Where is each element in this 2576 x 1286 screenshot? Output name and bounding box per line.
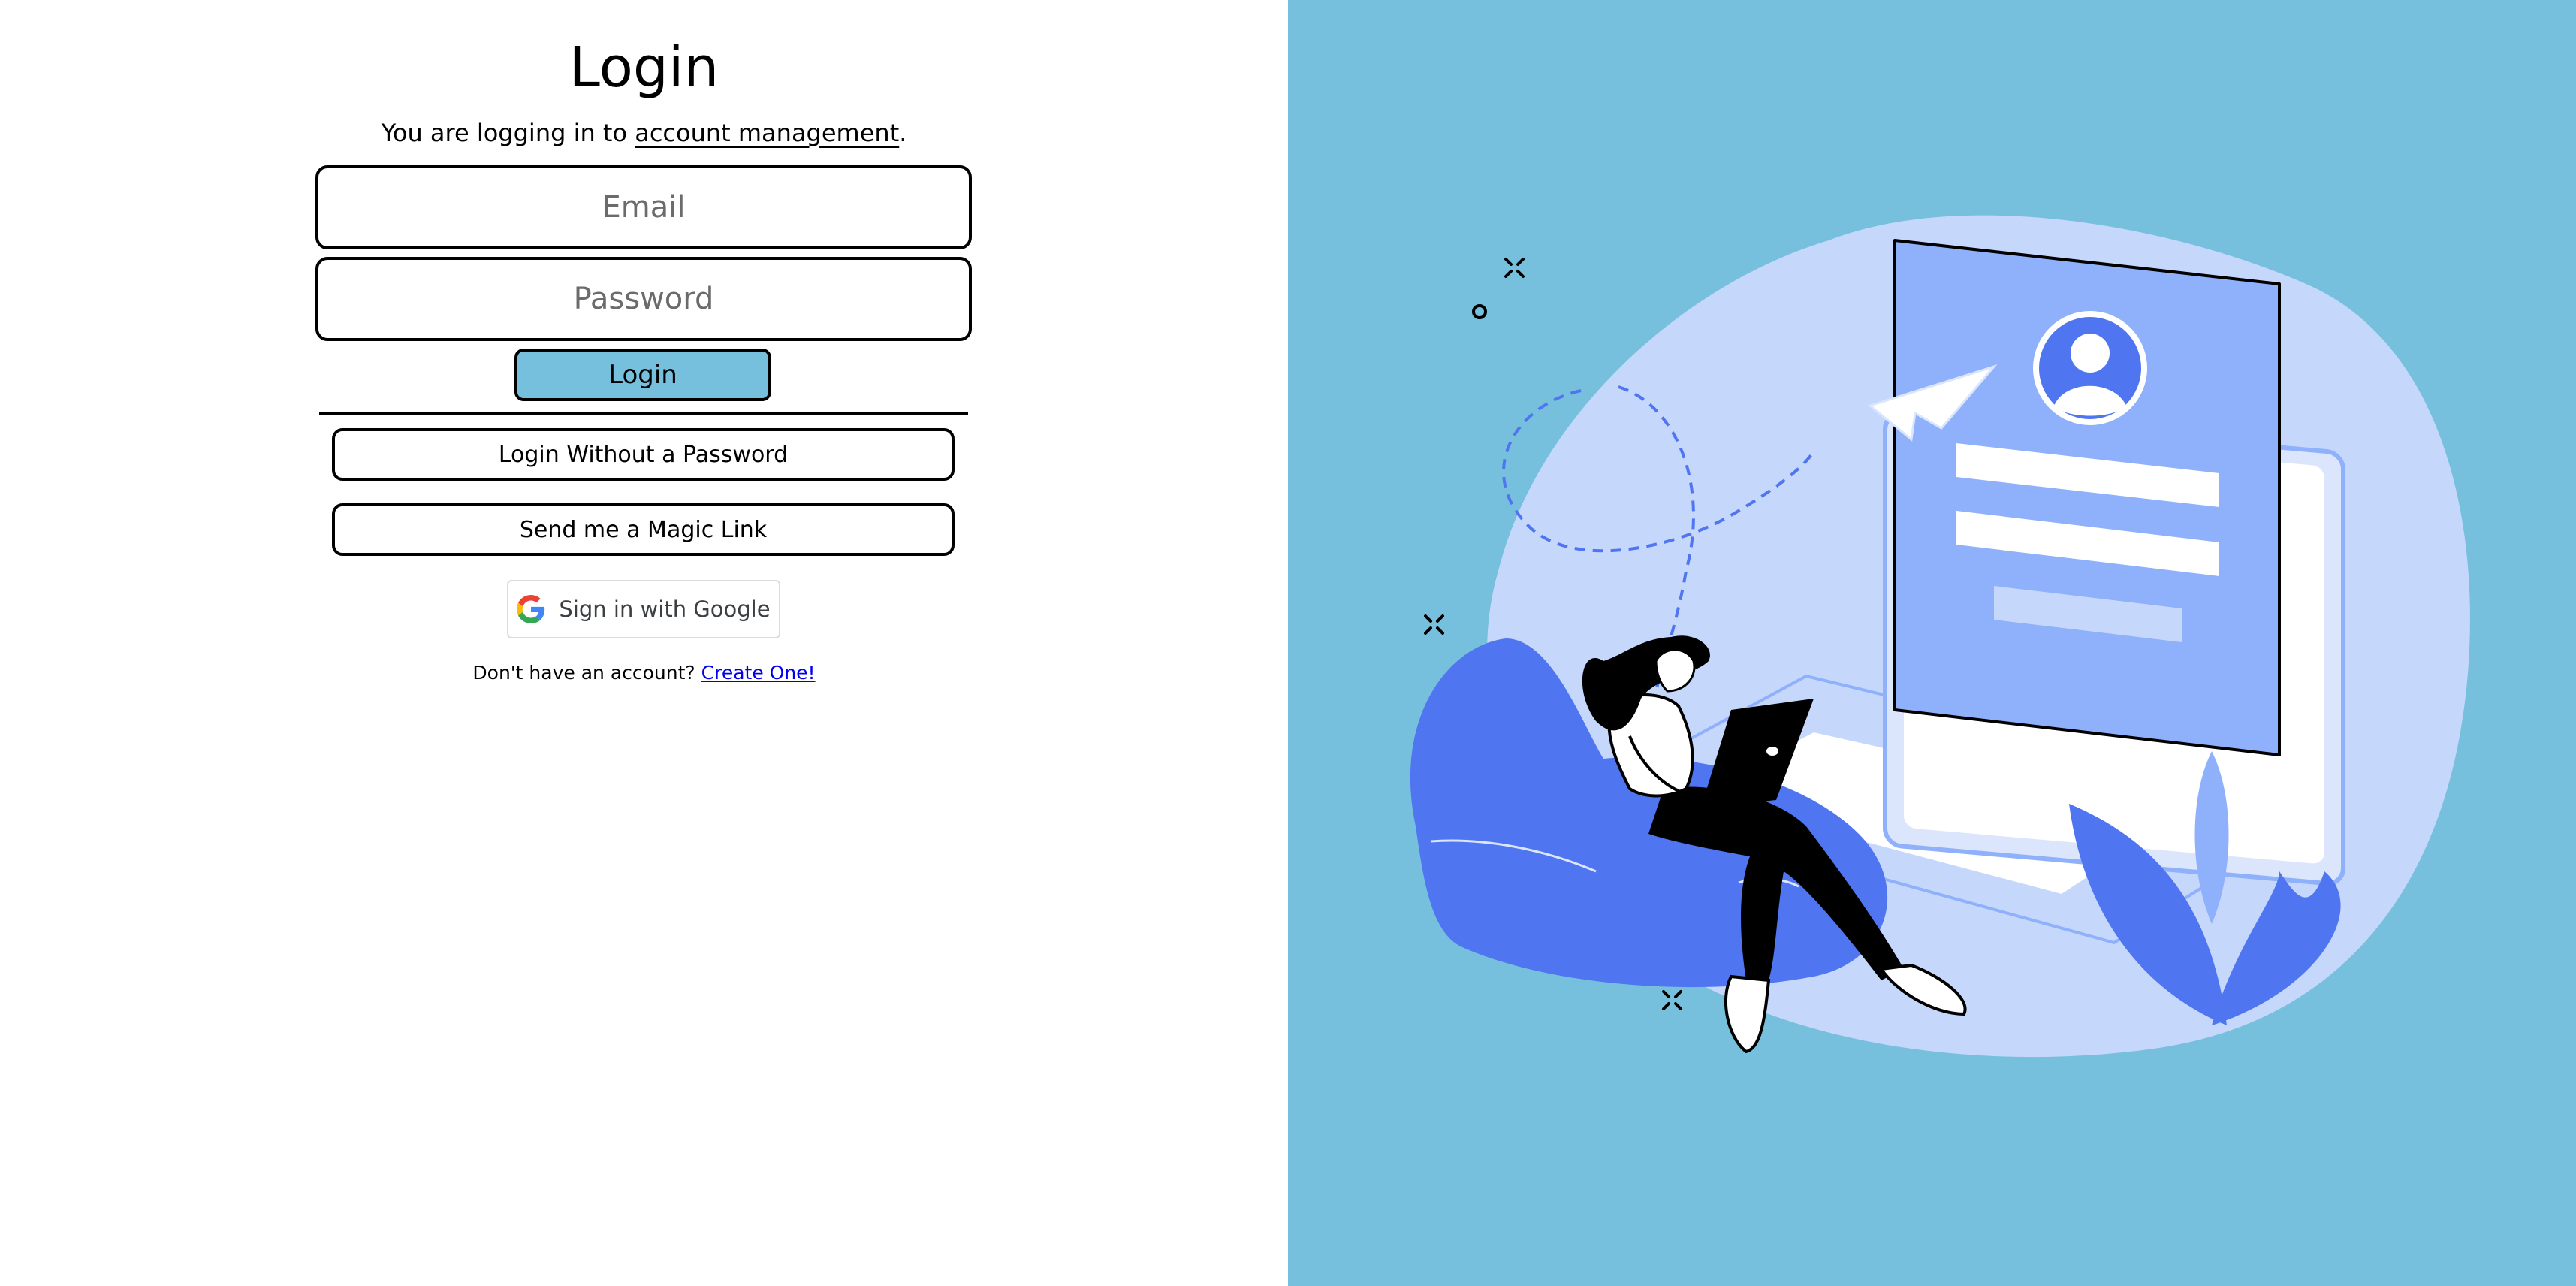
illustration-panel: [1288, 0, 2576, 1286]
login-context-text: You are logging in to account management…: [0, 114, 1288, 152]
login-button[interactable]: Login: [514, 349, 771, 401]
subtitle-prefix: You are logging in to: [381, 119, 635, 147]
circle-decoration: [1472, 304, 1487, 319]
google-g-icon: [517, 595, 545, 623]
sparkle-decoration: [1424, 614, 1444, 635]
divider: [319, 412, 968, 415]
email-field[interactable]: [315, 165, 972, 249]
person-shoe: [1724, 974, 1771, 1054]
create-account-link[interactable]: Create One!: [701, 662, 816, 684]
login-without-password-button[interactable]: Login Without a Password: [332, 428, 955, 481]
sparkle-decoration: [1504, 258, 1525, 278]
magic-link-button[interactable]: Send me a Magic Link: [332, 503, 955, 556]
signup-prompt-text: Don't have an account?: [472, 662, 701, 684]
subtitle-suffix: .: [899, 119, 907, 147]
login-page: Login You are logging in to account mana…: [0, 0, 2576, 1286]
small-laptop-logo: [1766, 747, 1778, 756]
login-illustration: [1410, 215, 2470, 1058]
google-sign-in-button[interactable]: Sign in with Google: [507, 580, 780, 638]
google-button-label: Sign in with Google: [559, 596, 771, 622]
login-form-panel: Login You are logging in to account mana…: [0, 0, 1288, 1286]
account-management-link[interactable]: account management: [635, 119, 899, 147]
avatar-head: [2071, 334, 2110, 373]
password-field[interactable]: [315, 257, 972, 341]
page-title: Login: [569, 35, 719, 100]
signup-prompt: Don't have an account? Create One!: [0, 660, 1288, 687]
sparkle-decoration: [1662, 990, 1682, 1010]
